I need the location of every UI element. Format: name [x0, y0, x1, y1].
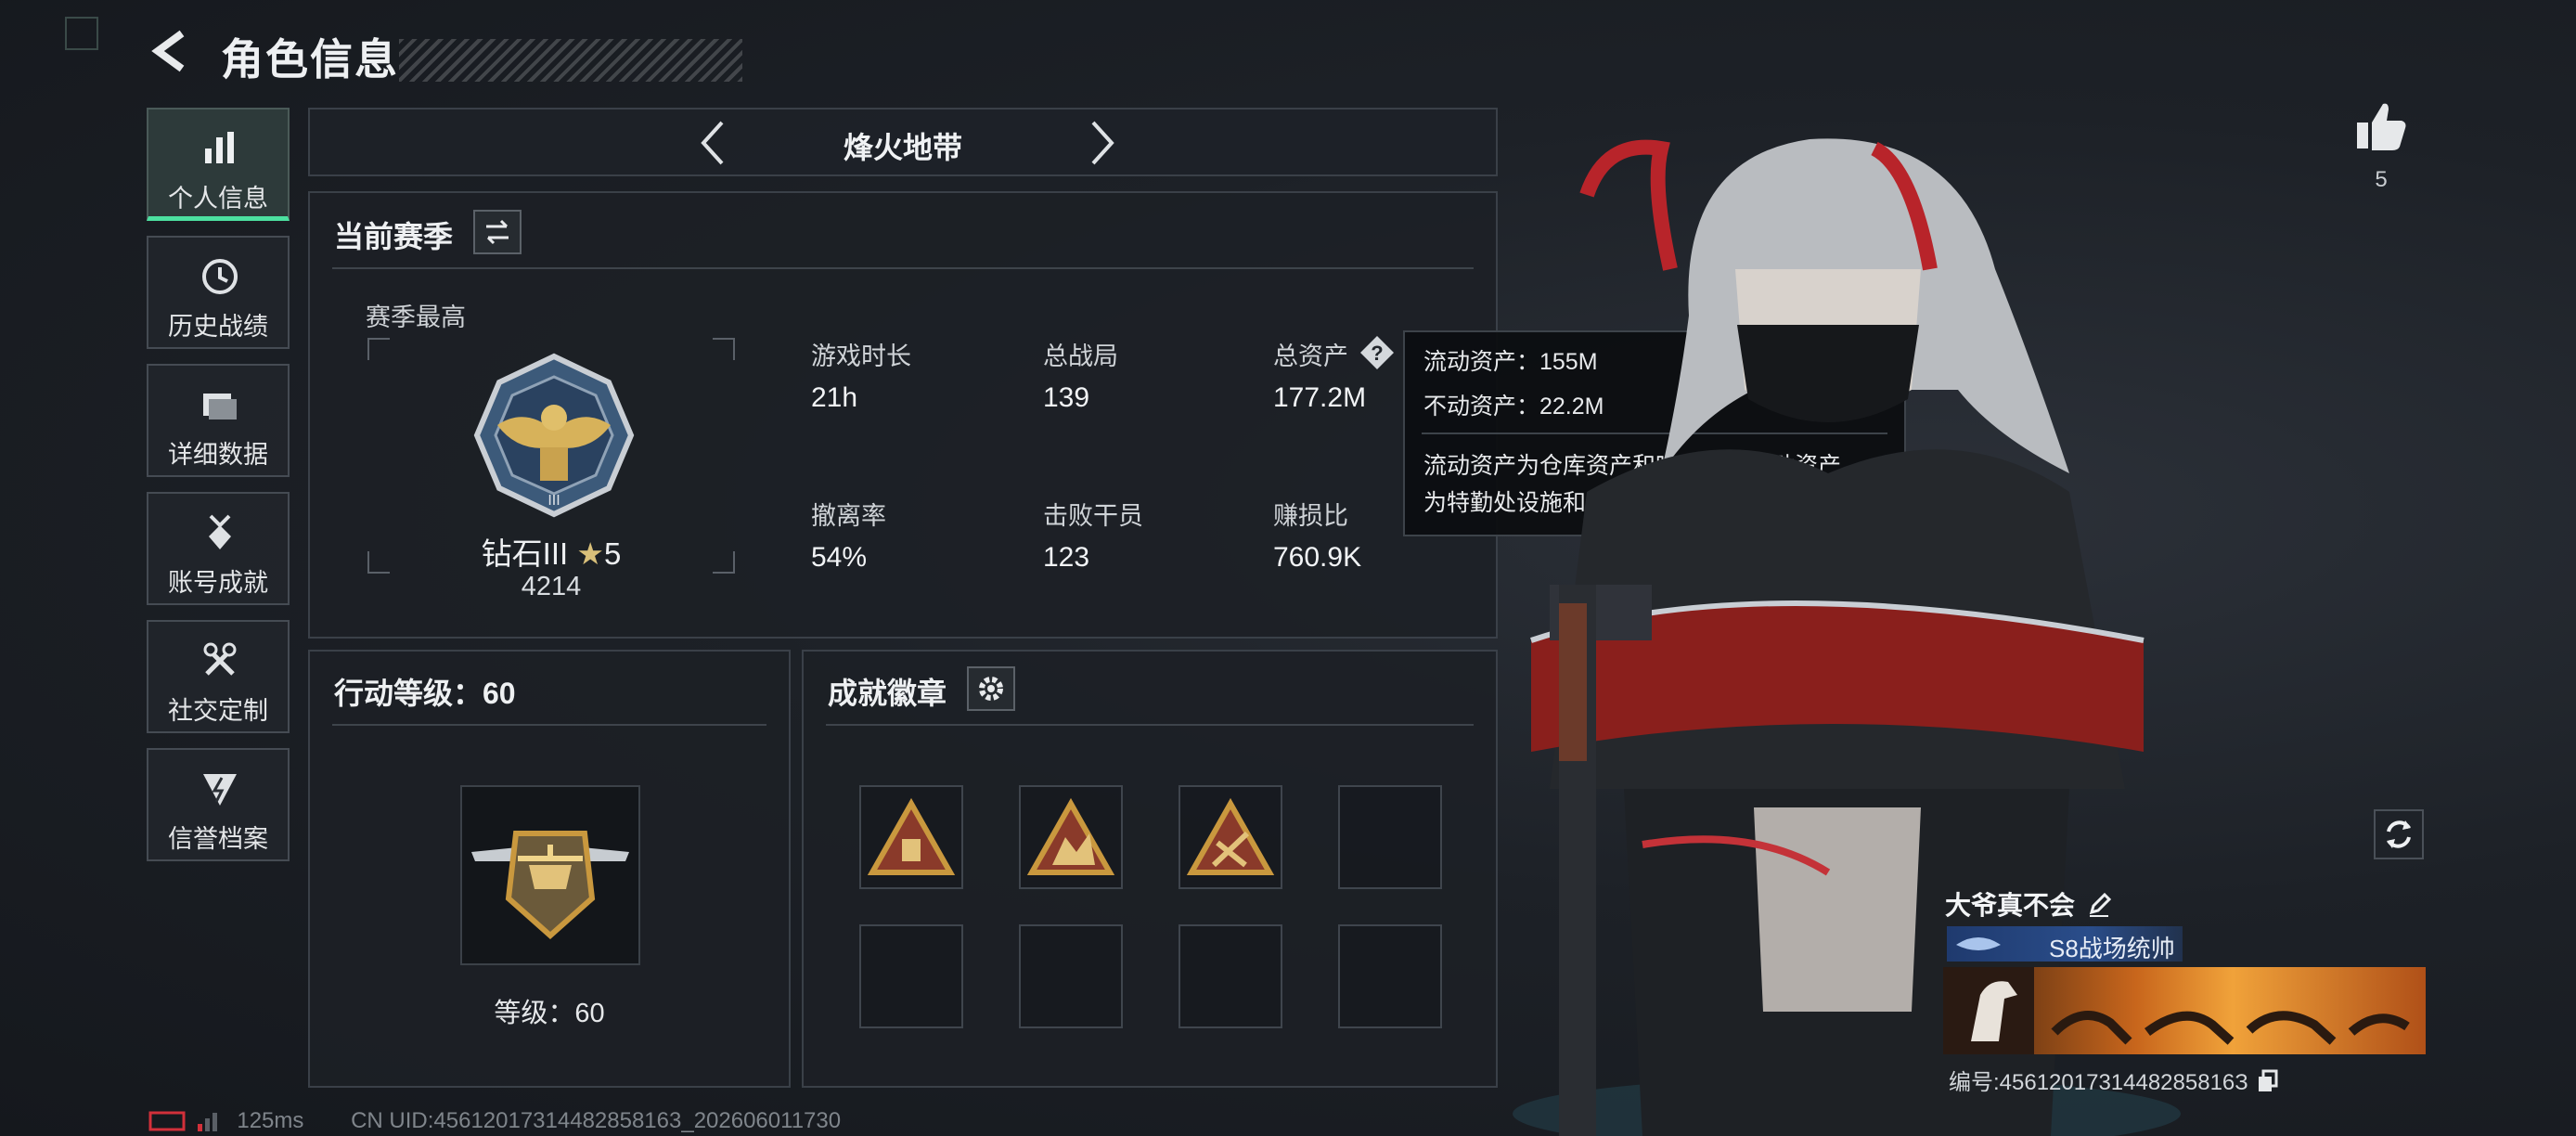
stat-value: 123	[1043, 542, 1090, 573]
copy-icon[interactable]	[2256, 1069, 2280, 1093]
uid-text: CN UID:456120173144828​58163_20260601173…	[351, 1108, 842, 1133]
nav-label: 详细数据	[168, 441, 268, 469]
refresh-icon	[2387, 820, 2411, 848]
page-title: 角色信息	[221, 35, 399, 84]
nav-item-social[interactable]: 社交定制	[147, 620, 290, 733]
stat-value: 54%	[811, 542, 868, 573]
season-peak-label: 赛季最高	[366, 303, 466, 331]
back-arrow-icon	[151, 30, 185, 72]
clock-icon	[202, 259, 238, 294]
title-decoration	[399, 39, 742, 82]
achievements-panel: 成就徽章	[802, 650, 1498, 1088]
rotate-button[interactable]	[2374, 809, 2424, 859]
divider	[332, 724, 766, 726]
nav-label: 账号成就	[168, 569, 268, 597]
like-count: 5	[2375, 167, 2388, 192]
stat-value: 139	[1043, 382, 1090, 413]
achievement-slot-empty[interactable]	[1019, 924, 1123, 1028]
season-panel: 当前赛季 赛季最高 III 钻石III ★5 4214 游戏时长 21h 总战局…	[308, 191, 1498, 639]
action-level-panel: 行动等级：60 等级：60	[308, 650, 791, 1088]
stat-label: 撤离率	[811, 502, 886, 530]
help-icon[interactable]: ?	[1359, 334, 1396, 371]
horse-banner-image	[1943, 967, 2410, 1054]
switch-season-button[interactable]	[473, 210, 522, 254]
stat-value: 760.9K	[1273, 542, 1362, 573]
stat-value: 177.2M	[1273, 382, 1367, 413]
player-name-row: 大爷真不会	[1945, 885, 2112, 923]
level-badge-frame	[460, 785, 640, 965]
battery-icon	[148, 1111, 186, 1131]
nav-label: 个人信息	[168, 185, 268, 213]
stat-label: 总资产	[1273, 342, 1348, 370]
svg-text:?: ?	[1371, 342, 1383, 365]
ping-text: 125ms	[237, 1108, 304, 1133]
achievement-slot-empty[interactable]	[1179, 924, 1282, 1028]
star-icon: ★	[576, 536, 604, 571]
player-id-row: 编号:4561201731448285816З	[1949, 1064, 2280, 1096]
medal-icon	[209, 514, 231, 549]
nav-label: 社交定制	[168, 697, 268, 725]
achievement-slot-empty[interactable]	[1338, 785, 1442, 889]
rank-emblem-icon: III	[473, 353, 635, 518]
nav-label: 信誉档案	[168, 825, 268, 853]
shield-icon	[203, 774, 237, 806]
signal-icon	[197, 1113, 217, 1131]
divider	[826, 724, 1474, 726]
nav-label: 历史战绩	[168, 313, 268, 341]
action-level-title: 行动等级：60	[334, 677, 516, 710]
nav-item-personal-info[interactable]: 个人信息	[147, 108, 290, 221]
rank-name-row: 钻石III ★5	[367, 529, 735, 574]
svg-text:III: III	[547, 493, 560, 509]
achievement-badge-icon	[1026, 797, 1115, 875]
thumbs-up-icon	[2357, 103, 2406, 150]
achievement-badge-icon	[1186, 797, 1275, 875]
title-tag-text: S8战场统帅	[2049, 935, 2175, 962]
nav-item-reputation[interactable]: 信誉档案	[147, 748, 290, 861]
rank-name: 钻石III	[481, 536, 569, 571]
mode-title: 烽火地带	[843, 131, 962, 164]
edit-name-icon[interactable]	[2086, 892, 2112, 918]
back-button[interactable]	[148, 28, 195, 74]
player-id: 编号:4561201731448285816З	[1949, 1070, 2248, 1095]
stat-value: 21h	[811, 382, 858, 413]
achievement-slot-empty[interactable]	[1338, 924, 1442, 1028]
title-emblem-icon	[1956, 937, 2001, 950]
next-mode-button[interactable]	[1078, 119, 1125, 167]
achievement-slot[interactable]	[859, 785, 963, 889]
name-card-banner	[1943, 967, 2426, 1054]
achievement-slot-empty[interactable]	[859, 924, 963, 1028]
stat-label: 游戏时长	[811, 342, 911, 370]
chevron-right-icon	[1091, 121, 1114, 165]
achievement-settings-button[interactable]	[967, 666, 1015, 711]
bar-chart-icon	[205, 132, 234, 163]
stat-label: 总战局	[1043, 342, 1118, 370]
like-button[interactable]	[2353, 98, 2409, 154]
achievement-slot[interactable]	[1019, 785, 1123, 889]
nav-item-detailed-data[interactable]: 详细数据	[147, 364, 290, 477]
achievements-title: 成就徽章	[828, 677, 947, 710]
title-tag: S8战场统帅	[1947, 926, 2183, 962]
corner-decoration	[65, 17, 98, 50]
stat-label: 赚损比	[1273, 502, 1348, 530]
player-name: 大爷真不会	[1945, 891, 2076, 920]
achievement-slot[interactable]	[1179, 785, 1282, 889]
rank-stars: 5	[603, 536, 622, 571]
level-label: 等级：60	[494, 999, 605, 1028]
gear-icon	[979, 677, 1003, 701]
rank-score: 4214	[521, 572, 582, 601]
nav-item-history[interactable]: 历史战绩	[147, 236, 290, 349]
helicopter-badge-icon	[471, 831, 629, 940]
season-title: 当前赛季	[334, 220, 454, 253]
tools-icon	[203, 642, 237, 676]
divider	[332, 267, 1474, 269]
stat-label: 击败干员	[1043, 502, 1143, 530]
achievement-badge-icon	[867, 797, 956, 875]
nav-item-achievements[interactable]: 账号成就	[147, 492, 290, 605]
footer-status: 125ms CN UID:456120173144828​58163_20260…	[148, 1108, 841, 1136]
folder-icon	[203, 394, 237, 420]
swap-icon	[486, 219, 509, 245]
mode-tab-bar: 烽火地带	[308, 108, 1498, 176]
